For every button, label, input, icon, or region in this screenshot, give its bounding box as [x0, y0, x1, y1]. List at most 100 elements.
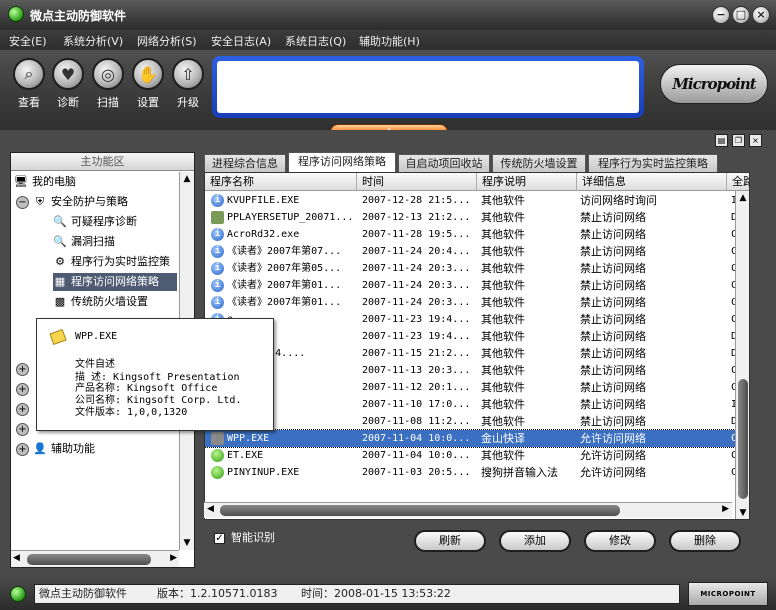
program-name-text: 《读者》2007年第01...	[227, 280, 342, 291]
col-description[interactable]: 程序说明	[477, 173, 577, 191]
table-row[interactable]: iETUP1.2.4....2007-11-15 21:2...其他软件禁止访问…	[205, 345, 749, 362]
expand-icon[interactable]: +	[16, 382, 29, 396]
wps-icon	[211, 431, 224, 445]
table-row[interactable]: i 《读者》2007年第01... 2007-11-24 20:3... 其他软件 禁止…	[205, 294, 749, 311]
table-row[interactable]: i AcroRd32.exe 2007-11-28 19:5... 其他软件 禁止访问网…	[205, 226, 749, 243]
table-row[interactable]: iER.EXE2007-11-12 20:1...其他软件禁止访问网络C:\	[205, 379, 749, 396]
menu-security-log[interactable]: 安全日志(A)	[211, 33, 271, 49]
menu-system-analysis[interactable]: 系统分析(V)	[63, 33, 123, 49]
tree-behavior-monitor[interactable]: ⚙ 程序行为实时监控策	[53, 253, 181, 271]
scroll-down-icon[interactable]: ▼	[180, 536, 194, 550]
table-row[interactable]: i 《读者》2007年第01... 2007-11-24 20:3... 其他软件 禁止…	[205, 277, 749, 294]
info-icon: i	[211, 278, 224, 292]
add-button[interactable]: 添加	[499, 530, 571, 552]
expand-icon[interactable]: +	[16, 402, 29, 416]
scroll-left-icon[interactable]: ◀	[13, 553, 20, 563]
cell-detail: 禁止访问网络	[580, 364, 646, 377]
tab-firewall[interactable]: 传统防火墙设置	[492, 154, 586, 172]
scroll-thumb[interactable]	[27, 554, 151, 565]
refresh-button[interactable]: 刷新	[414, 530, 486, 552]
col-detail[interactable]: 详细信息	[577, 173, 727, 191]
tree-vulnerability-scan[interactable]: 🔍 漏洞扫描	[53, 233, 115, 251]
tab-behavior-monitor[interactable]: 程序行为实时监控策略	[588, 154, 718, 172]
menu-system-log[interactable]: 系统日志(Q)	[285, 33, 346, 49]
tree-auxiliary[interactable]: + 👤 辅助功能	[16, 440, 95, 458]
scroll-thumb[interactable]	[220, 505, 620, 516]
scroll-thumb[interactable]	[738, 379, 748, 499]
delete-button[interactable]: 删除	[669, 530, 741, 552]
view-button[interactable]: ⌕ 查看	[9, 58, 49, 110]
cell-program-name: i 《读者》2007年第01...	[208, 277, 358, 294]
magnifier-icon: 🔍	[53, 215, 67, 228]
tree-expander-2[interactable]: +	[16, 380, 33, 398]
modify-button[interactable]: 修改	[584, 530, 656, 552]
list-vertical-scrollbar[interactable]: ▲ ▼	[735, 191, 749, 519]
scroll-up-icon[interactable]: ▲	[180, 172, 194, 186]
tree-suspicious-diagnose[interactable]: 🔍 可疑程序诊断	[53, 213, 137, 231]
tab-process-info[interactable]: 进程综合信息	[204, 154, 286, 172]
scroll-up-icon[interactable]: ▲	[736, 191, 749, 205]
tab-network-access[interactable]: 程序访问网络策略	[288, 152, 396, 172]
micropoint-logo: Micropoint	[660, 64, 768, 104]
tree-firewall[interactable]: ▩ 传统防火墙设置	[53, 293, 148, 311]
table-row[interactable]: iEXE2007-11-23 19:4...其他软件禁止访问网络D:\	[205, 328, 749, 345]
cell-program-name: i 《读者》2007年第07...	[208, 243, 358, 260]
tree-expander-4[interactable]: +	[16, 420, 33, 438]
col-program-name[interactable]: 程序名称	[205, 173, 357, 191]
tree-expander-1[interactable]: +	[16, 360, 33, 378]
table-row[interactable]: ET.EXE2007-11-04 10:0...其他软件允许访问网络C:\	[205, 447, 749, 464]
smart-identify-option[interactable]: ✓ 智能识别	[214, 529, 275, 545]
menu-security[interactable]: 安全(E)	[9, 33, 47, 49]
monitor-icon: ⚙	[55, 255, 65, 268]
status-version: 版本：1.2.10571.0183	[157, 587, 278, 600]
program-name-text: 《读者》2007年第01...	[227, 297, 342, 308]
list-horizontal-scrollbar[interactable]: ◀ ▶	[204, 502, 732, 518]
scroll-right-icon[interactable]: ▶	[722, 504, 729, 514]
expand-icon[interactable]: +	[16, 422, 29, 436]
tree-label: 安全防护与策略	[51, 195, 128, 208]
scan-label: 扫描	[97, 96, 119, 109]
cell-detail: 禁止访问网络	[580, 262, 646, 275]
upgrade-button[interactable]: ⇧ 升级	[168, 58, 208, 110]
panel-close-icon[interactable]: ×	[749, 134, 762, 147]
table-row[interactable]: PINYINUP.EXE 2007-11-03 20:5... 搜狗拼音输入法 允许访…	[205, 464, 749, 481]
magnifier-icon: ⌕	[13, 58, 45, 90]
table-row[interactable]: i 《读者》2007年第05... 2007-11-24 20:3... 其他软件 禁止…	[205, 260, 749, 277]
table-row[interactable]: iEXE2007-11-13 20:3...其他软件禁止访问网络C:\	[205, 362, 749, 379]
table-row[interactable]: PPLAYERSETUP_20071... 2007-12-13 21:2... 其…	[205, 209, 749, 226]
col-time[interactable]: 时间	[357, 173, 477, 191]
expand-icon[interactable]: +	[16, 362, 29, 376]
tab-startup-recycle[interactable]: 自启动项回收站	[398, 154, 490, 172]
scroll-down-icon[interactable]: ▼	[736, 506, 749, 519]
panel-restore-icon[interactable]: ❐	[732, 134, 745, 147]
table-row[interactable]: i KVUPFILE.EXE 2007-12-28 21:5... 其他软件 访问网络时…	[205, 192, 749, 209]
smart-identify-checkbox[interactable]: ✓	[214, 532, 225, 544]
tree-security-strategy[interactable]: − ⛨ 安全防护与策略	[16, 193, 128, 211]
cell-program-name: WPP.EXE	[208, 430, 358, 447]
tree-expander-3[interactable]: +	[16, 400, 33, 418]
cell-detail: 禁止访问网络	[580, 381, 646, 394]
maximize-button[interactable]: □	[732, 6, 750, 24]
expand-icon[interactable]: +	[16, 442, 29, 456]
tree-my-computer[interactable]: 🖥 我的电脑	[14, 173, 76, 191]
settings-button[interactable]: ✋ 设置	[128, 58, 168, 110]
installer-icon	[211, 210, 224, 224]
diagnose-button[interactable]: ♥ 诊断	[48, 58, 88, 110]
collapse-icon[interactable]: −	[16, 195, 29, 209]
minimize-button[interactable]: −	[712, 6, 730, 24]
table-row[interactable]: WPP.EXE2007-11-04 10:0...金山快译允许访问网络C:\	[205, 429, 749, 448]
scan-button[interactable]: ◎ 扫描	[88, 58, 128, 110]
close-button[interactable]: ×	[752, 6, 770, 24]
col-full-path[interactable]: 全路	[727, 173, 749, 191]
table-row[interactable]: iADE.EXE2007-11-08 11:2...其他软件禁止访问网络D:\	[205, 413, 749, 430]
table-row[interactable]: iER.EXE2007-11-10 17:0...其他软件禁止访问网络I:\	[205, 396, 749, 413]
table-row[interactable]: i 《读者》2007年第07... 2007-11-24 20:4... 其他软件 禁止…	[205, 243, 749, 260]
tree-horizontal-scrollbar[interactable]: ◀ ▶	[11, 550, 179, 567]
scroll-left-icon[interactable]: ◀	[207, 504, 214, 514]
menu-network-analysis[interactable]: 网络分析(S)	[137, 33, 197, 49]
scroll-right-icon[interactable]: ▶	[170, 553, 177, 563]
tree-network-access[interactable]: ▦ 程序访问网络策略	[53, 273, 177, 291]
menu-tools[interactable]: 辅助功能(H)	[359, 33, 420, 49]
panel-layout-icon[interactable]: ▤	[715, 134, 728, 147]
table-row[interactable]: ie2007-11-23 19:4...其他软件禁止访问网络C:\	[205, 311, 749, 328]
